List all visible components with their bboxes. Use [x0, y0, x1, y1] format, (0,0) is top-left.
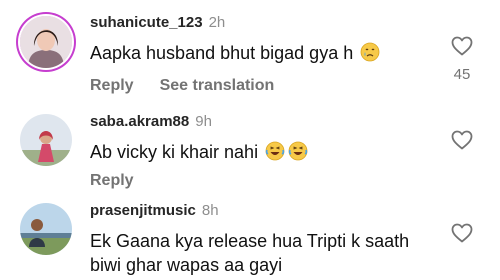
comment-text: Aapka husband bhut bigad gya h: [90, 41, 420, 68]
crying-face-icon: [360, 42, 380, 68]
reply-button[interactable]: Reply: [90, 77, 134, 94]
username[interactable]: prasenjitmusic: [90, 202, 196, 219]
heart-icon[interactable]: [450, 221, 474, 245]
username[interactable]: saba.akram88: [90, 113, 189, 130]
comment-meta: suhanicute_123 2h: [90, 14, 225, 31]
comment-body: Ek Gaana kya release hua Tripti k saath …: [90, 231, 410, 275]
comment-meta: saba.akram88 9h: [90, 113, 212, 130]
comment-item: suhanicute_123 2h Aapka husband bhut biga…: [0, 0, 500, 100]
see-translation-button[interactable]: See translation: [160, 77, 275, 94]
timestamp: 9h: [195, 113, 212, 130]
comment-actions: Reply: [90, 172, 134, 190]
comment-body: Ab vicky ki khair nahi: [90, 142, 259, 162]
timestamp: 2h: [208, 14, 226, 31]
avatar[interactable]: [20, 203, 72, 255]
comment-text: Ab vicky ki khair nahi: [90, 140, 420, 167]
comment-body: Aapka husband bhut bigad gya h: [90, 43, 354, 63]
heart-icon[interactable]: [450, 128, 474, 152]
username[interactable]: suhanicute_123: [90, 14, 203, 31]
laughing-face-icon: [288, 141, 308, 167]
comment-actions: Reply See translation: [90, 77, 274, 95]
avatar[interactable]: [20, 16, 72, 68]
comment-text: Ek Gaana kya release hua Tripti k saath …: [90, 229, 420, 277]
heart-icon[interactable]: [450, 34, 474, 58]
comment-item: prasenjitmusic 8h Ek Gaana kya release hu…: [0, 195, 500, 280]
laughing-face-icon: [265, 141, 285, 167]
avatar[interactable]: [20, 114, 72, 166]
like-count: 45: [453, 66, 471, 83]
reply-button[interactable]: Reply: [90, 172, 134, 189]
comment-item: saba.akram88 9h Ab vicky ki khair nahi R…: [0, 100, 500, 195]
timestamp: 8h: [201, 202, 219, 219]
comment-meta: prasenjitmusic 8h: [90, 202, 219, 219]
